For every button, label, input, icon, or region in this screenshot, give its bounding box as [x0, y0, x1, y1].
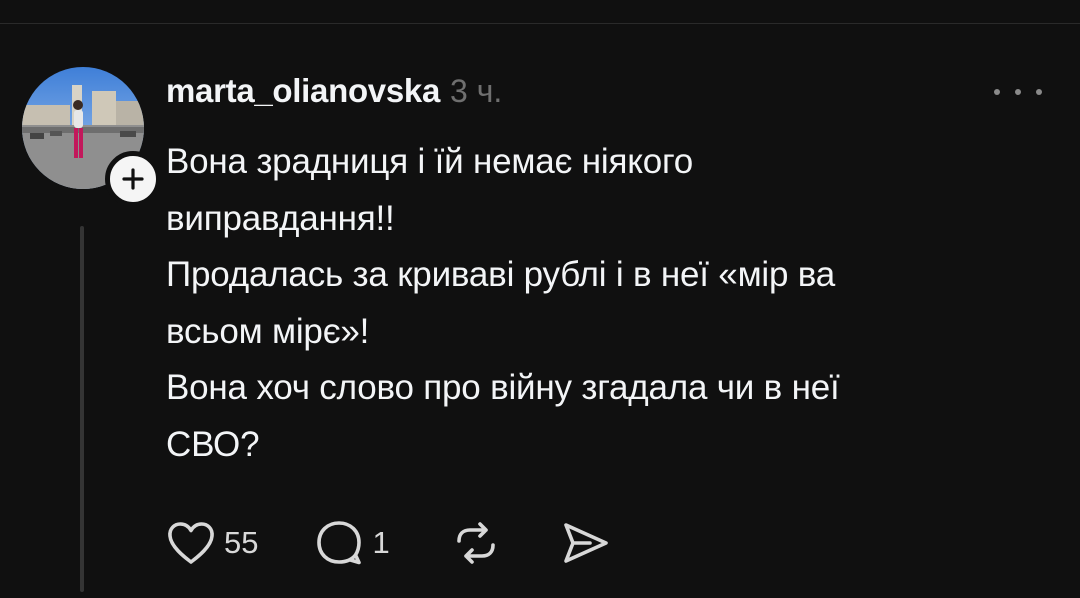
follow-button[interactable]: [105, 151, 161, 207]
post-text-line: виправдання!!: [166, 198, 395, 238]
reply-button[interactable]: 1: [314, 519, 390, 567]
post-text-line: Вона хоч слово про війну згадала чи в не…: [166, 368, 840, 407]
post-header: marta_olianovska 3 ч.: [166, 72, 502, 112]
plus-icon: [122, 168, 144, 190]
post-text-line: Вона зрадниця і їй немає ніякого: [166, 142, 694, 181]
post-actions: 55 1: [166, 518, 612, 568]
post-text-line: СВО?: [166, 424, 260, 464]
timestamp[interactable]: 3 ч.: [450, 73, 502, 110]
more-horizontal-icon: [1015, 89, 1021, 95]
more-horizontal-icon: [1036, 89, 1042, 95]
share-button[interactable]: [560, 519, 612, 567]
send-icon: [563, 523, 608, 563]
post-text-line: всьом мірє»!: [166, 311, 370, 351]
comment-icon: [317, 521, 362, 565]
more-options-button[interactable]: [994, 80, 1042, 104]
more-horizontal-icon: [994, 89, 1000, 95]
post-text-line: Продалась за криваві рублі і в неї «мір …: [166, 255, 836, 294]
top-divider: [0, 23, 1080, 24]
post-text: Вона зрадниця і їй немає ніякого виправд…: [166, 134, 1046, 473]
username[interactable]: marta_olianovska: [166, 72, 440, 110]
reply-count: 1: [372, 525, 390, 560]
avatar-container[interactable]: [22, 67, 161, 207]
thread-line: [80, 226, 84, 592]
like-count: 55: [224, 525, 259, 560]
repost-icon: [456, 522, 495, 564]
heart-icon: [168, 522, 214, 564]
repost-button[interactable]: [450, 519, 502, 567]
like-button[interactable]: 55: [166, 520, 258, 566]
